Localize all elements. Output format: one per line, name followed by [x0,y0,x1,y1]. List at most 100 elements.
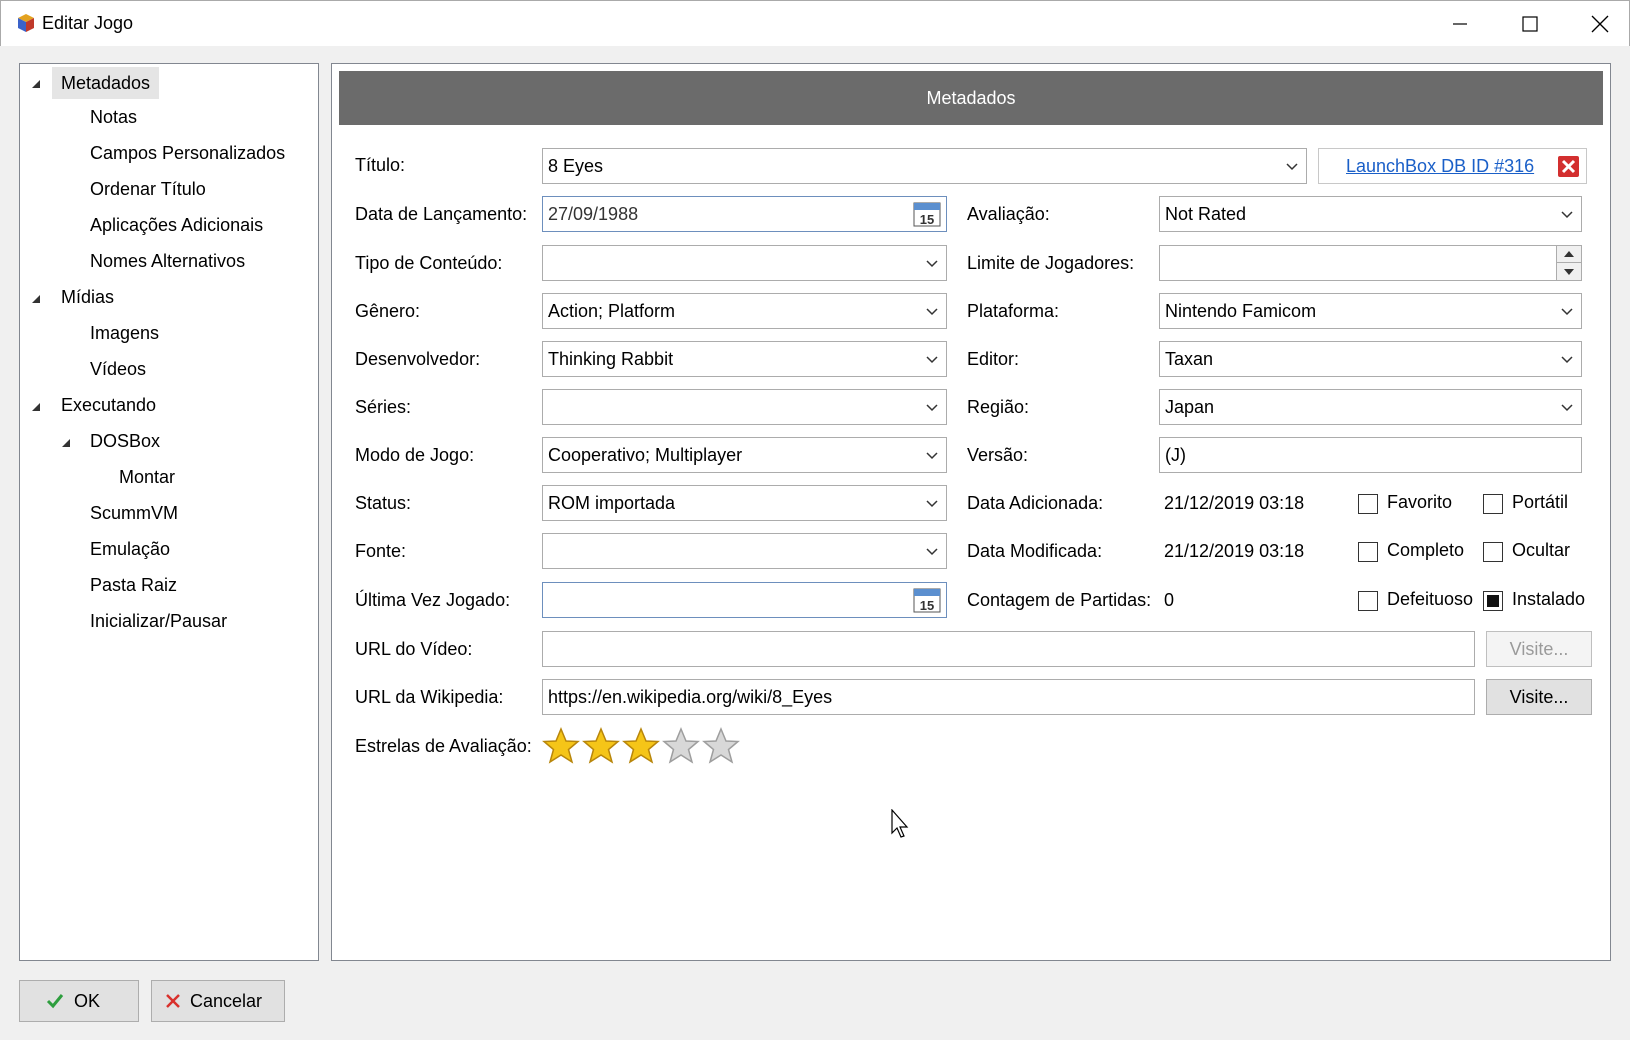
close-button[interactable] [1565,1,1630,47]
completed-label: Completo [1387,540,1465,560]
play-mode-label: Modo de Jogo: [355,445,475,465]
max-players-stepper[interactable] [1159,245,1582,281]
date-added-value: 21/12/2019 03:18 [1164,493,1305,513]
ok-button-label: OK [74,991,101,1011]
release-date-value: 27/09/1988 [548,204,639,224]
star-icon[interactable] [582,727,620,765]
maximize-icon [1522,16,1538,32]
tree-item-notas[interactable]: Notas [90,101,137,133]
rating-label: Avaliação: [967,204,1050,224]
tree-item-midias[interactable]: Mídias [61,281,114,313]
series-combobox[interactable] [542,389,947,425]
platform-value: Nintendo Famicom [1165,301,1317,321]
tree-item-ordenar-titulo[interactable]: Ordenar Título [90,173,206,205]
tree-item-aplicacoes-adicionais[interactable]: Aplicações Adicionais [90,209,263,241]
star-icon[interactable] [542,727,580,765]
maximize-button[interactable] [1495,1,1565,47]
title-combobox[interactable]: 8 Eyes [542,148,1307,184]
remove-link-icon[interactable] [1558,156,1579,177]
broken-checkbox[interactable] [1358,591,1378,611]
developer-label: Desenvolvedor: [355,349,481,369]
tree-expand-arrow-icon[interactable] [32,403,40,411]
favorite-label: Favorito [1387,492,1453,512]
cancel-button-label: Cancelar [190,991,263,1011]
platform-label: Plataforma: [967,301,1060,321]
checkmark-icon [46,994,64,1009]
chevron-down-icon [926,260,938,268]
release-date-label: Data de Lançamento: [355,204,528,224]
last-played-label: Última Vez Jogado: [355,590,511,610]
genre-label: Gênero: [355,301,421,321]
play-count-value: 0 [1164,590,1175,610]
completed-checkbox[interactable] [1358,542,1378,562]
star-icon[interactable] [662,727,700,765]
installed-checkbox[interactable] [1483,591,1503,611]
calendar-icon[interactable]: 15 [913,587,941,613]
hide-checkbox[interactable] [1483,542,1503,562]
tree-expand-arrow-icon[interactable] [32,80,40,88]
max-players-label: Limite de Jogadores: [967,253,1135,273]
minimize-button[interactable] [1425,1,1495,47]
version-field[interactable]: (J) [1159,437,1582,473]
play-mode-combobox[interactable]: Cooperativo; Multiplayer [542,437,947,473]
tree-item-imagens[interactable]: Imagens [90,317,159,349]
cancel-button[interactable]: Cancelar [151,980,285,1022]
region-combobox[interactable]: Japan [1159,389,1582,425]
region-value: Japan [1165,397,1215,417]
tree-item-pasta-raiz[interactable]: Pasta Raiz [90,569,177,601]
wiki-url-field[interactable]: https://en.wikipedia.org/wiki/8_Eyes [542,679,1475,715]
spin-down-button[interactable] [1556,263,1581,280]
status-combobox[interactable]: ROM importada [542,485,947,521]
platform-combobox[interactable]: Nintendo Famicom [1159,293,1582,329]
last-played-field[interactable]: 15 [542,582,947,618]
ok-button[interactable]: OK [19,980,139,1022]
chevron-down-icon [1286,163,1298,171]
portable-checkbox[interactable] [1483,494,1503,514]
mouse-cursor-icon [891,809,909,838]
wiki-visit-button[interactable]: Visite... [1486,679,1592,715]
tree-item-executando[interactable]: Executando [61,389,156,421]
star-rating-control[interactable] [542,727,742,767]
tree-expand-arrow-icon[interactable] [62,439,70,447]
source-combobox[interactable] [542,533,947,569]
tree-item-videos[interactable]: Vídeos [90,353,146,385]
version-value: (J) [1165,445,1186,465]
metadata-panel: Metadados Título: 8 Eyes LaunchBox DB ID… [331,63,1611,961]
tree-item-scummvm[interactable]: ScummVM [90,497,178,529]
genre-combobox[interactable]: Action; Platform [542,293,947,329]
release-date-field[interactable]: 27/09/1988 15 [542,196,947,232]
star-icon[interactable] [702,727,740,765]
tree-item-nomes-alternativos[interactable]: Nomes Alternativos [90,245,245,277]
wiki-url-value: https://en.wikipedia.org/wiki/8_Eyes [548,687,833,707]
installed-label: Instalado [1512,589,1586,609]
window-title: Editar Jogo [42,13,134,33]
tree-item-emulacao[interactable]: Emulação [90,533,170,565]
tree-item-dosbox[interactable]: DOSBox [90,425,160,457]
spin-up-button[interactable] [1556,246,1581,263]
tree-expand-arrow-icon[interactable] [32,295,40,303]
developer-combobox[interactable]: Thinking Rabbit [542,341,947,377]
tree-item-campos-personalizados[interactable]: Campos Personalizados [90,137,285,169]
chevron-down-icon [926,404,938,412]
calendar-icon[interactable]: 15 [913,201,941,227]
navigation-tree: Metadados Notas Campos Personalizados Or… [19,63,319,961]
tree-item-metadados[interactable]: Metadados [52,67,160,99]
broken-label: Defeituoso [1387,589,1474,609]
date-modified-label: Data Modificada: [967,541,1103,561]
star-icon[interactable] [622,727,660,765]
tree-item-inicializar-pausar[interactable]: Inicializar/Pausar [90,605,227,637]
panel-header: Metadados [339,71,1603,125]
video-visit-button[interactable]: Visite... [1486,631,1592,667]
publisher-combobox[interactable]: Taxan [1159,341,1582,377]
rating-combobox[interactable]: Not Rated [1159,196,1582,232]
launchbox-db-id-link[interactable]: LaunchBox DB ID #316 [1346,156,1534,177]
video-url-field[interactable] [542,631,1475,667]
hide-label: Ocultar [1512,540,1571,560]
tree-item-montar[interactable]: Montar [119,461,175,493]
content-type-combobox[interactable] [542,245,947,281]
favorite-checkbox[interactable] [1358,494,1378,514]
genre-value: Action; Platform [548,301,676,321]
chevron-down-icon [926,452,938,460]
chevron-down-icon [926,356,938,364]
source-label: Fonte: [355,541,407,561]
